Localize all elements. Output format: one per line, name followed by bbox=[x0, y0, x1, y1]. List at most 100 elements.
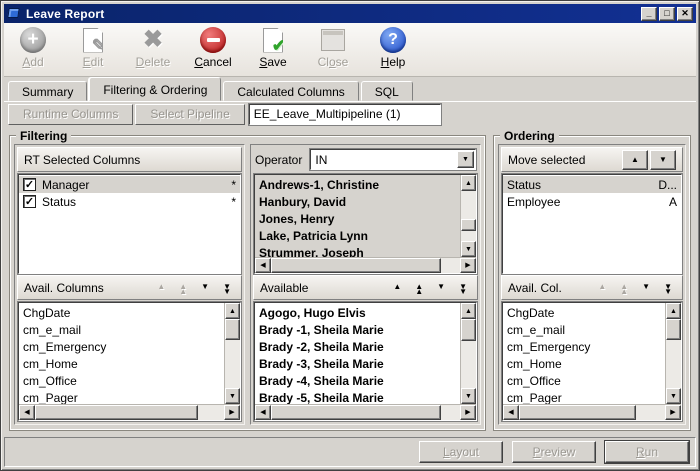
scroll-thumb[interactable] bbox=[271, 258, 441, 273]
scroll-thumb[interactable] bbox=[271, 405, 441, 420]
scroll-right-button[interactable]: ▶ bbox=[224, 405, 240, 420]
scroll-thumb[interactable] bbox=[461, 219, 476, 232]
scroll-track[interactable] bbox=[35, 405, 224, 420]
vertical-scrollbar[interactable]: ▲▼ bbox=[460, 175, 476, 257]
scroll-thumb[interactable] bbox=[666, 319, 681, 340]
list-item[interactable]: cm_Pager bbox=[503, 389, 665, 404]
sort-top-icon[interactable]: ▲▲ bbox=[415, 283, 423, 293]
scroll-thumb[interactable] bbox=[225, 319, 240, 340]
tab-summary[interactable]: Summary bbox=[8, 81, 87, 101]
selected-values-list[interactable]: Andrews-1, ChristineHanbury, DavidJones,… bbox=[254, 174, 477, 274]
scroll-left-button[interactable]: ◀ bbox=[255, 405, 271, 420]
list-item[interactable]: cm_Emergency bbox=[503, 338, 665, 355]
available-item[interactable]: Brady -3, Sheila Marie bbox=[255, 355, 460, 372]
list-item[interactable]: cm_e_mail bbox=[19, 321, 224, 338]
move-down-button[interactable]: ▼ bbox=[650, 150, 676, 170]
scroll-left-button[interactable]: ◀ bbox=[19, 405, 35, 420]
save-button[interactable]: ✔Save bbox=[250, 26, 296, 69]
sort-down-icon[interactable]: ▼ bbox=[201, 283, 209, 293]
minimize-button[interactable]: _ bbox=[641, 7, 657, 21]
list-item[interactable]: cm_Office bbox=[19, 372, 224, 389]
scroll-down-button[interactable]: ▼ bbox=[461, 241, 476, 257]
close-button[interactable]: ✕ bbox=[677, 7, 693, 21]
scroll-track[interactable] bbox=[519, 405, 665, 420]
selected-value-item[interactable]: Andrews-1, Christine bbox=[255, 176, 460, 193]
scroll-thumb[interactable] bbox=[461, 319, 476, 341]
operator-dropdown-button[interactable]: ▼ bbox=[457, 151, 474, 168]
selected-value-item[interactable]: Jones, Henry bbox=[255, 210, 460, 227]
scroll-right-button[interactable]: ▶ bbox=[665, 405, 681, 420]
horizontal-scrollbar[interactable]: ◀▶ bbox=[19, 404, 240, 420]
scroll-up-button[interactable]: ▲ bbox=[666, 303, 681, 319]
scroll-right-button[interactable]: ▶ bbox=[460, 258, 476, 273]
list-item[interactable]: cm_Home bbox=[19, 355, 224, 372]
selected-value-item[interactable]: Hanbury, David bbox=[255, 193, 460, 210]
tab-filtering-ordering[interactable]: Filtering & Ordering bbox=[89, 77, 221, 101]
ordering-row[interactable]: StatusD... bbox=[503, 176, 681, 193]
sort-down-icon[interactable]: ▼ bbox=[437, 283, 445, 293]
available-item[interactable]: Brady -1, Sheila Marie bbox=[255, 321, 460, 338]
list-item[interactable]: cm_Office bbox=[503, 372, 665, 389]
scroll-track[interactable] bbox=[461, 319, 476, 388]
scroll-left-button[interactable]: ◀ bbox=[255, 258, 271, 273]
scroll-track[interactable] bbox=[271, 405, 460, 420]
vertical-scrollbar[interactable]: ▲▼ bbox=[224, 303, 240, 404]
horizontal-scrollbar[interactable]: ◀▶ bbox=[255, 257, 476, 273]
scroll-thumb[interactable] bbox=[519, 405, 636, 420]
maximize-button[interactable]: □ bbox=[659, 7, 675, 21]
scroll-right-button[interactable]: ▶ bbox=[460, 405, 476, 420]
sort-up-icon[interactable]: ▲ bbox=[393, 283, 401, 293]
list-item[interactable]: cm_e_mail bbox=[503, 321, 665, 338]
scroll-track[interactable] bbox=[666, 319, 681, 388]
list-item[interactable]: ChgDate bbox=[19, 304, 224, 321]
scroll-track[interactable] bbox=[225, 319, 240, 388]
vertical-scrollbar[interactable]: ▲▼ bbox=[460, 303, 476, 404]
rt-selected-list[interactable]: ✓Manager*✓Status* bbox=[18, 174, 241, 274]
ordering-list[interactable]: StatusD...EmployeeA bbox=[502, 174, 682, 274]
rt-column-row[interactable]: ✓Manager* bbox=[19, 176, 240, 193]
scroll-track[interactable] bbox=[271, 258, 460, 273]
scroll-right-icon: ▶ bbox=[670, 409, 675, 416]
selected-value-item[interactable]: Lake, Patricia Lynn bbox=[255, 227, 460, 244]
scroll-up-button[interactable]: ▲ bbox=[225, 303, 240, 319]
avail-columns-list[interactable]: ChgDatecm_e_mailcm_Emergencycm_Homecm_Of… bbox=[18, 302, 241, 421]
horizontal-scrollbar[interactable]: ◀▶ bbox=[503, 404, 681, 420]
operator-combobox[interactable]: IN ▼ bbox=[310, 149, 476, 170]
sort-bottom-icon[interactable]: ▼▼ bbox=[459, 283, 467, 293]
tab-calculated-columns[interactable]: Calculated Columns bbox=[223, 81, 358, 101]
vertical-scrollbar[interactable]: ▲▼ bbox=[665, 303, 681, 404]
scroll-track[interactable] bbox=[461, 191, 476, 241]
available-item[interactable]: Brady -5, Sheila Marie bbox=[255, 389, 460, 404]
scroll-down-button[interactable]: ▼ bbox=[461, 388, 476, 404]
scroll-up-button[interactable]: ▲ bbox=[461, 303, 476, 319]
available-item[interactable]: Agogo, Hugo Elvis bbox=[255, 304, 460, 321]
cancel-button[interactable]: Cancel bbox=[190, 26, 236, 69]
scroll-thumb[interactable] bbox=[35, 405, 198, 420]
available-item[interactable]: Brady -2, Sheila Marie bbox=[255, 338, 460, 355]
list-item[interactable]: cm_Pager bbox=[19, 389, 224, 404]
help-button[interactable]: ?Help bbox=[370, 26, 416, 69]
checkbox[interactable]: ✓ bbox=[23, 178, 36, 191]
available-list[interactable]: Agogo, Hugo ElvisBrady -1, Sheila MarieB… bbox=[254, 302, 477, 421]
operator-value: IN bbox=[311, 153, 456, 167]
scroll-up-button[interactable]: ▲ bbox=[461, 175, 476, 191]
scroll-down-button[interactable]: ▼ bbox=[666, 388, 681, 404]
sort-down-icon[interactable]: ▼ bbox=[642, 283, 650, 293]
checkbox[interactable]: ✓ bbox=[23, 195, 36, 208]
list-item[interactable]: cm_Emergency bbox=[19, 338, 224, 355]
ordering-row[interactable]: EmployeeA bbox=[503, 193, 681, 210]
sort-bottom-icon[interactable]: ▼▼ bbox=[664, 283, 672, 293]
rt-column-row[interactable]: ✓Status* bbox=[19, 193, 240, 210]
horizontal-scrollbar[interactable]: ◀▶ bbox=[255, 404, 476, 420]
selected-value-item[interactable]: Strummer, Joseph bbox=[255, 244, 460, 257]
avail-col-list[interactable]: ChgDatecm_e_mailcm_Emergencycm_Homecm_Of… bbox=[502, 302, 682, 421]
list-item[interactable]: cm_Home bbox=[503, 355, 665, 372]
available-item[interactable]: Brady -4, Sheila Marie bbox=[255, 372, 460, 389]
scroll-left-button[interactable]: ◀ bbox=[503, 405, 519, 420]
move-up-button[interactable]: ▲ bbox=[622, 150, 648, 170]
sort-bottom-icon[interactable]: ▼▼ bbox=[223, 283, 231, 293]
scroll-down-button[interactable]: ▼ bbox=[225, 388, 240, 404]
tab-sql[interactable]: SQL bbox=[361, 81, 413, 101]
list-item[interactable]: ChgDate bbox=[503, 304, 665, 321]
filtering-group: Filtering RT Selected Columns ✓Manager*✓… bbox=[9, 135, 486, 431]
